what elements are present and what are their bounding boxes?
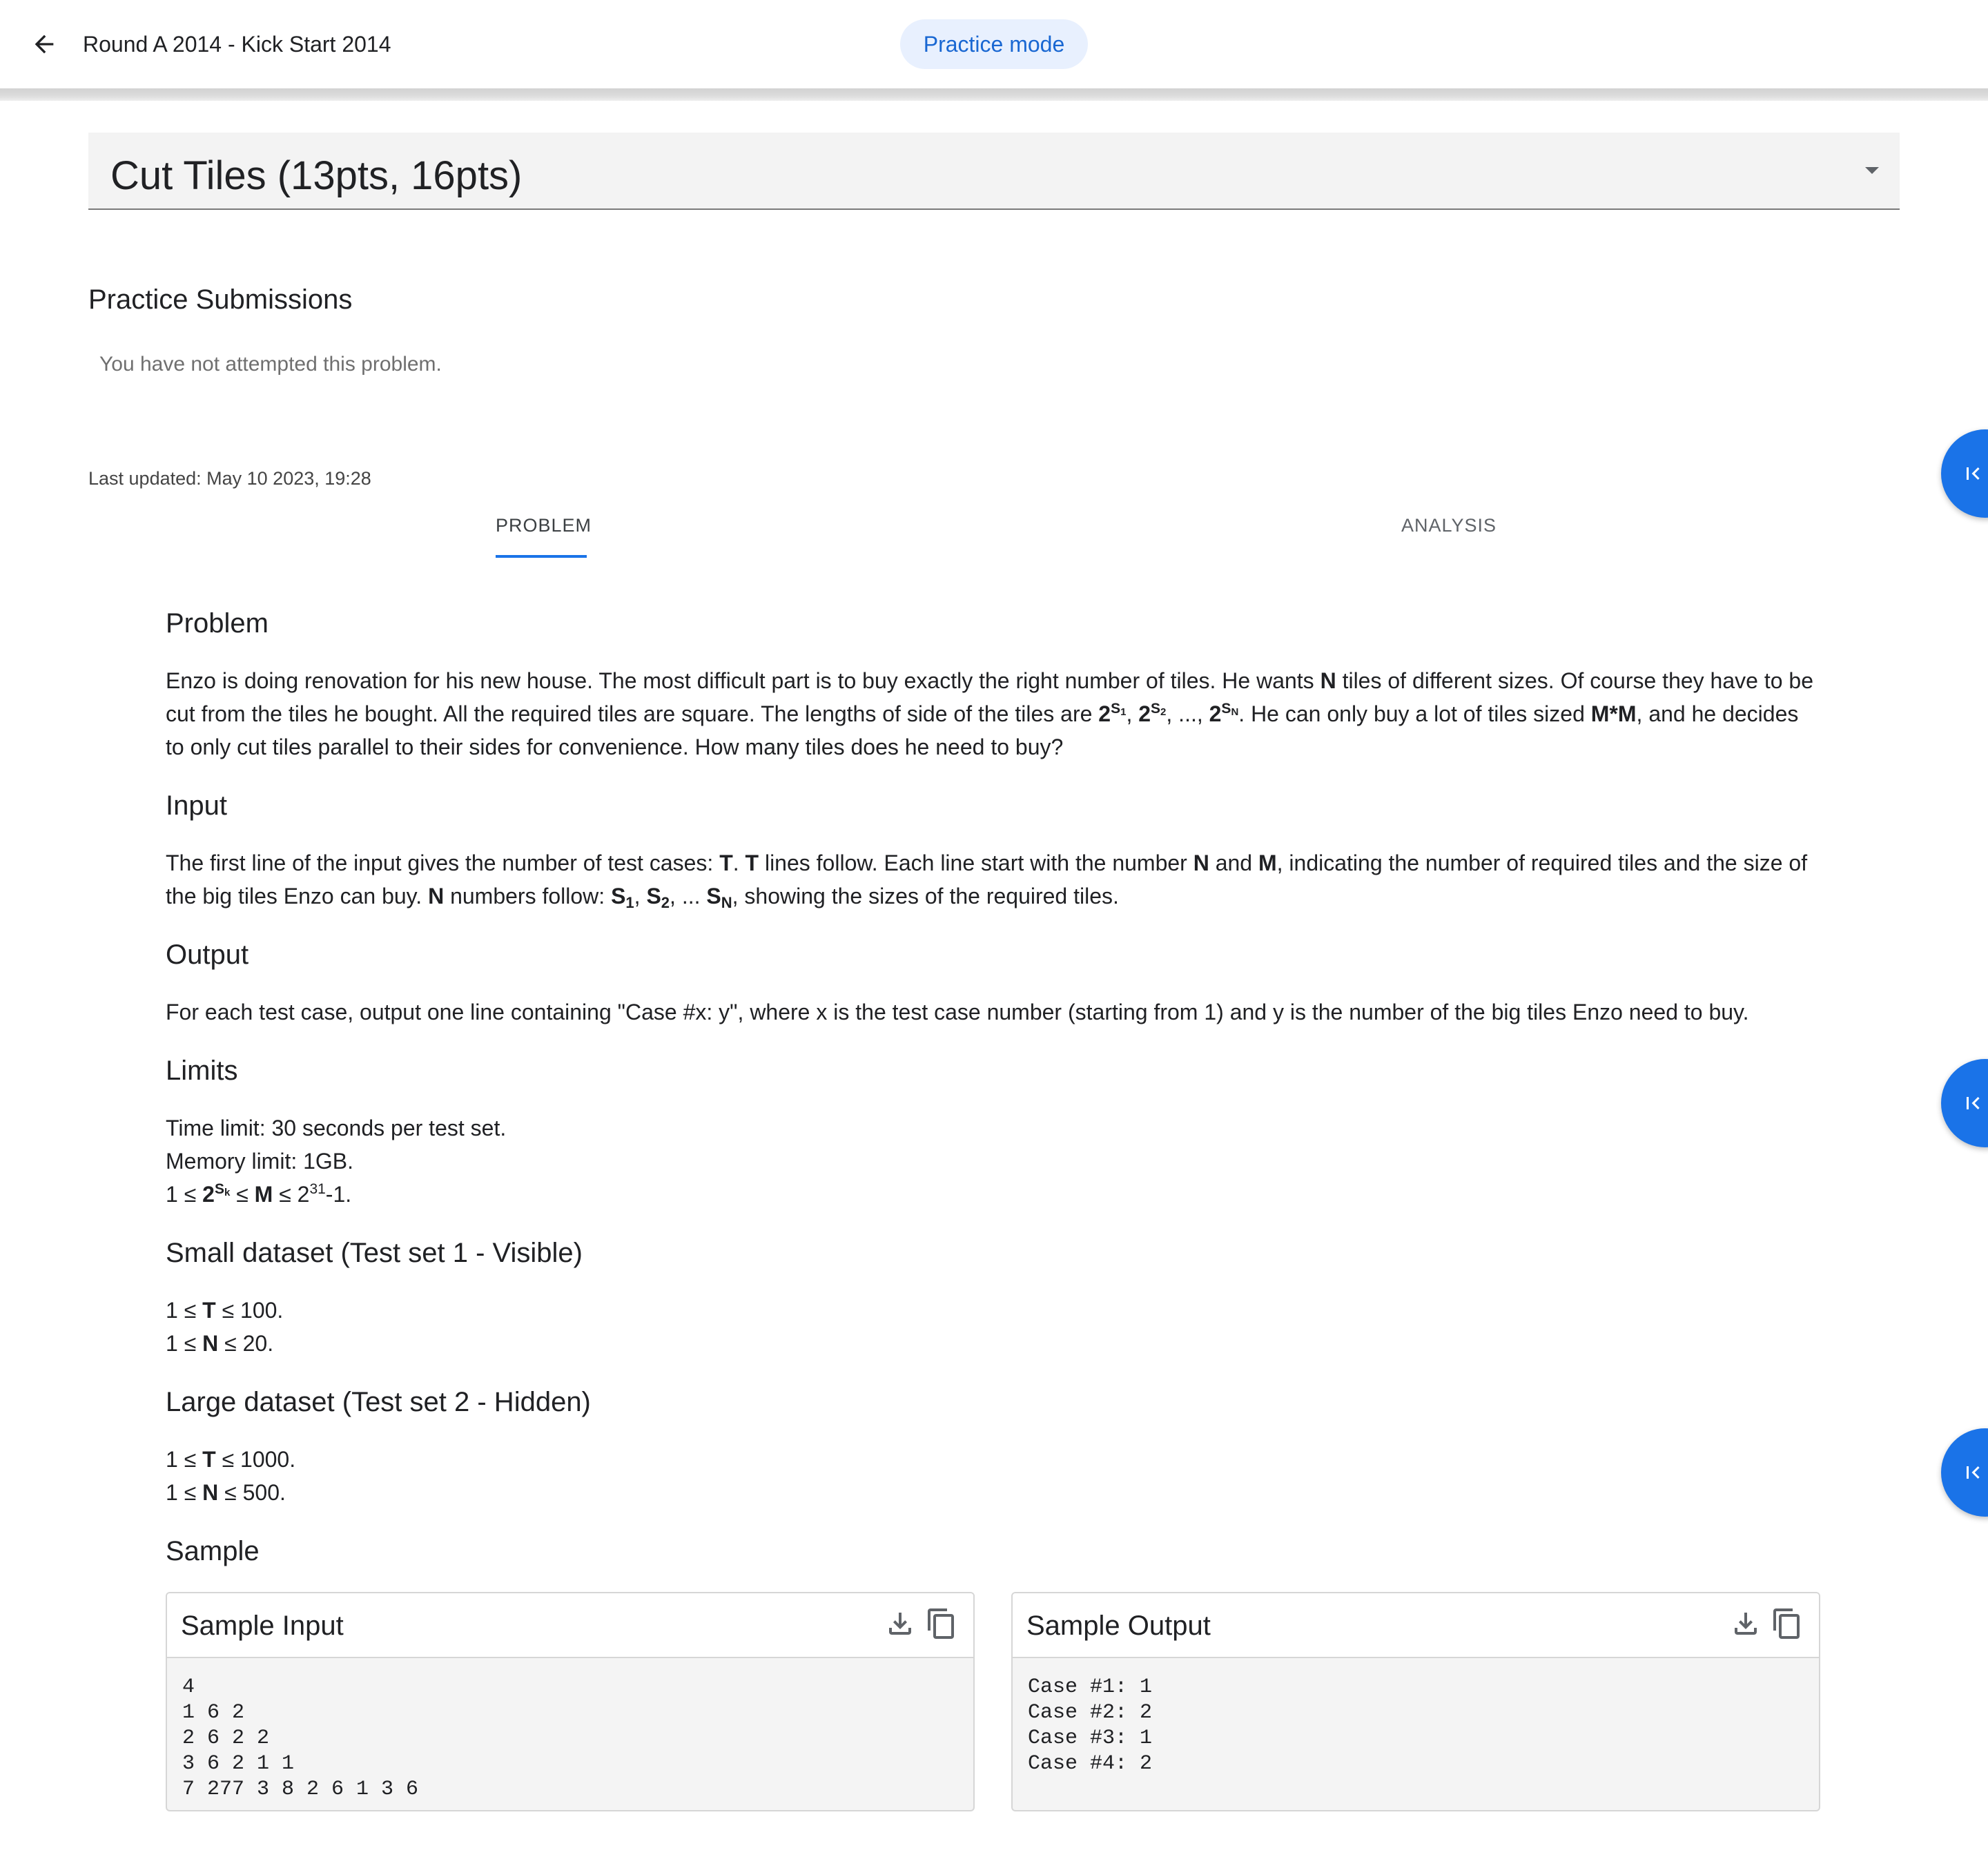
last-updated-text: Last updated: May 10 2023, 19:28 xyxy=(88,468,371,489)
first-page-icon xyxy=(1967,467,1980,480)
practice-submissions-heading: Practice Submissions xyxy=(88,284,353,315)
copy-icon xyxy=(928,1608,954,1639)
arrow-back-icon xyxy=(35,35,54,54)
sample-input-panel: Sample Input 4 1 6 2 2 6 2 2 3 6 2 1 1 7… xyxy=(166,1592,975,1811)
sample-input-header: Sample Input xyxy=(167,1593,973,1658)
problem-select-value: Cut Tiles (13pts, 16pts) xyxy=(110,153,523,198)
limit-constraint: 1 ≤ 2Sk ≤ M ≤ 231-1. xyxy=(166,1181,352,1207)
limits-heading: Limits xyxy=(166,1056,238,1086)
active-tab-indicator xyxy=(496,555,587,558)
large-constraint-n: 1 ≤ N ≤ 500. xyxy=(166,1480,286,1505)
side-panel-toggle-button[interactable] xyxy=(1941,1059,1988,1147)
sample-output-header: Sample Output xyxy=(1013,1593,1819,1658)
practice-mode-chip[interactable]: Practice mode xyxy=(900,19,1088,69)
small-constraint-n: 1 ≤ N ≤ 20. xyxy=(166,1331,274,1356)
problem-select-dropdown[interactable]: Cut Tiles (13pts, 16pts) xyxy=(88,133,1900,210)
sample-input-title: Sample Input xyxy=(181,1611,344,1641)
input-description: The first line of the input gives the nu… xyxy=(166,850,1808,911)
round-title: Round A 2014 - Kick Start 2014 xyxy=(83,32,391,57)
time-limit-text: Time limit: 30 seconds per test set. xyxy=(166,1116,507,1140)
app-bar: Round A 2014 - Kick Start 2014 Practice … xyxy=(0,0,1988,88)
side-panel-toggle-button[interactable] xyxy=(1941,429,1988,518)
download-sample-output-button[interactable] xyxy=(1729,1607,1762,1643)
download-icon xyxy=(1735,1613,1757,1635)
first-page-icon xyxy=(1967,1097,1980,1109)
output-heading: Output xyxy=(166,940,249,970)
back-button[interactable] xyxy=(25,25,64,64)
copy-icon xyxy=(1773,1608,1800,1639)
sample-input-content: 4 1 6 2 2 6 2 2 3 6 2 1 1 7 277 3 8 2 6 … xyxy=(182,1675,419,1801)
small-constraint-t: 1 ≤ T ≤ 100. xyxy=(166,1298,284,1323)
tab-analysis[interactable]: ANALYSIS xyxy=(1401,512,1497,538)
submissions-empty-note: You have not attempted this problem. xyxy=(99,353,442,376)
sample-output-content: Case #1: 1 Case #2: 2 Case #3: 1 Case #4… xyxy=(1028,1675,1153,1776)
sample-output-panel: Sample Output Case #1: 1 Case #2: 2 Case… xyxy=(1011,1592,1820,1811)
first-page-icon xyxy=(1967,1466,1980,1479)
output-description: For each test case, output one line cont… xyxy=(166,1000,1749,1024)
copy-sample-input-button[interactable] xyxy=(925,1607,958,1643)
tab-problem[interactable]: PROBLEM xyxy=(496,512,592,538)
side-panel-toggle-button[interactable] xyxy=(1941,1428,1988,1517)
problem-heading: Problem xyxy=(166,608,269,639)
copy-sample-output-button[interactable] xyxy=(1771,1607,1804,1643)
small-dataset-heading: Small dataset (Test set 1 - Visible) xyxy=(166,1238,583,1268)
large-dataset-heading: Large dataset (Test set 2 - Hidden) xyxy=(166,1387,591,1417)
memory-limit-text: Memory limit: 1GB. xyxy=(166,1149,354,1174)
arrow-drop-down-icon xyxy=(1865,167,1879,174)
sample-heading: Sample xyxy=(166,1536,260,1566)
large-constraint-t: 1 ≤ T ≤ 1000. xyxy=(166,1447,296,1472)
problem-description: Enzo is doing renovation for his new hou… xyxy=(166,668,1813,759)
app-bar-shadow xyxy=(0,88,1988,101)
download-icon xyxy=(889,1613,911,1635)
sample-output-title: Sample Output xyxy=(1026,1611,1211,1641)
download-sample-input-button[interactable] xyxy=(884,1607,917,1643)
input-heading: Input xyxy=(166,790,227,821)
